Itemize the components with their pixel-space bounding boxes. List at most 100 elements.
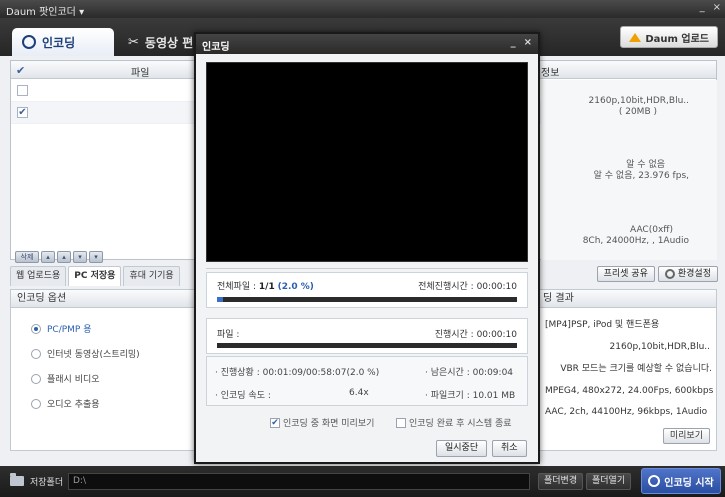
daum-upload-button[interactable]: Daum 업로드 — [620, 26, 718, 48]
info-line: 8Ch, 24000Hz, , 1Audio — [582, 236, 689, 246]
folder-icon — [10, 473, 24, 486]
dialog-minimize-button[interactable]: _ — [511, 37, 516, 48]
pause-button[interactable]: 일시중단 — [436, 440, 488, 457]
option-label: 플래시 비디오 — [47, 375, 100, 385]
progress-status: · 진행상황 : 00:01:09/00:58:07(2.0 %) — [215, 368, 380, 378]
tab-encode-label: 인코딩 — [42, 35, 76, 50]
file-size: · 파일크기 : 10.01 MB — [425, 391, 516, 401]
result-line: VBR 모드는 크기를 예상할 수 없습니다. — [560, 364, 712, 374]
file-time: 진행시간 : 00:00:10 — [435, 327, 517, 340]
result-line: MPEG4, 480x272, 24.00Fps, 600kbps — [545, 386, 714, 396]
remaining-time: · 남은시간 : 00:09:04 — [425, 368, 514, 378]
start-encoding-label: 인코딩 시작 — [664, 477, 714, 489]
move-down-button[interactable]: ▾ — [73, 251, 87, 263]
change-folder-button[interactable]: 폴더변경 — [538, 473, 584, 490]
total-progress-box: 전체파일 : 1/1 (2.0 %) 전체진행시간 : 00:00:10 — [206, 272, 528, 308]
file-progress-bar — [217, 343, 517, 348]
divider — [206, 268, 528, 269]
tab-encode[interactable]: 인코딩 — [12, 28, 114, 56]
encoding-dialog: 인코딩 _ × 전체파일 : 1/1 (2.0 %) 전체진행시간 : 00:0… — [194, 32, 540, 464]
settings-button[interactable]: 환경설정 — [657, 266, 718, 282]
preset-share-button[interactable]: 프리셋 공유 — [596, 266, 655, 282]
preset-actions: 프리셋 공유 환경설정 — [596, 266, 718, 282]
result-line: [MP4]PSP, iPod 및 핸드폰용 — [545, 320, 660, 330]
app-title[interactable]: Daum 팟인코더 ▾ — [6, 3, 84, 18]
move-up-button[interactable]: ▴ — [57, 251, 71, 263]
upload-arrow-icon — [629, 32, 642, 42]
option-label: 오디오 추출용 — [47, 400, 100, 410]
bottom-bar: 저장폴더 D:\ 폴더변경 폴더열기 인코딩 시작 — [0, 466, 725, 497]
option-audio-extract[interactable]: 오디오 추출용 — [31, 397, 100, 410]
speed-value: 6.4x — [349, 388, 369, 398]
start-encoding-button[interactable]: 인코딩 시작 — [641, 468, 721, 494]
move-bottom-button[interactable]: ▾ — [89, 251, 103, 263]
tab-video-edit-label: 동영상 편 — [144, 35, 194, 50]
result-line: 2160p,10bit,HDR,Blu.. — [609, 342, 710, 352]
total-time-label: 전체진행시간 : — [418, 282, 474, 292]
save-folder-label: 저장폴더 — [30, 478, 64, 488]
radio[interactable] — [31, 373, 41, 384]
list-toolbar: 삭제 ▴ ▴ ▾ ▾ — [15, 251, 103, 263]
shutdown-checkbox[interactable] — [396, 417, 406, 428]
column-info[interactable]: 정보 — [541, 64, 559, 79]
preview-button[interactable]: 미리보기 — [662, 428, 710, 444]
file-info-panel: 2160p,10bit,HDR,Blu.. ( 20MB ) 알 수 없음 알 … — [541, 80, 717, 260]
options-title: 인코딩 옵션 — [11, 290, 197, 308]
result-line: AAC, 2ch, 44100Hz, 96kbps, 1Audio — [545, 407, 708, 417]
dialog-window-controls: _ × — [511, 37, 532, 48]
option-label: 인터넷 동영상(스트리밍) — [47, 350, 140, 360]
preview-check-label: 인코딩 중 화면 미리보기 — [283, 419, 375, 429]
total-progress-fill — [217, 297, 223, 302]
row-checkbox[interactable] — [17, 85, 28, 96]
radio-selected[interactable] — [31, 323, 41, 334]
minimize-button[interactable]: _ — [700, 2, 705, 13]
result-title: 딩 결과 — [539, 290, 716, 308]
total-time: 전체진행시간 : 00:00:10 — [418, 279, 517, 292]
encode-icon — [22, 35, 36, 49]
total-files-label: 전체파일 : — [217, 282, 257, 292]
option-pc-pmp[interactable]: PC/PMP 용 — [31, 322, 92, 335]
select-all-checkbox[interactable]: ✔ — [16, 64, 25, 77]
shutdown-after-option[interactable]: 인코딩 완료 후 시스템 종료 — [396, 416, 512, 429]
cancel-button[interactable]: 취소 — [492, 440, 527, 457]
encoding-result-panel: 딩 결과 [MP4]PSP, iPod 및 핸드폰용 2160p,10bit,H… — [538, 289, 717, 451]
total-percent: (2.0 %) — [277, 282, 314, 292]
tab-web-upload[interactable]: 웹 업로드용 — [10, 266, 67, 286]
dialog-title: 인코딩 — [202, 42, 230, 53]
preset-share-label: 프리셋 공유 — [603, 269, 648, 279]
option-streaming[interactable]: 인터넷 동영상(스트리밍) — [31, 347, 140, 360]
file-time-label: 진행시간 : — [434, 330, 474, 340]
total-time-value: 00:00:10 — [476, 282, 517, 292]
gear-icon — [664, 269, 675, 279]
tab-pc-save[interactable]: PC 저장용 — [68, 266, 122, 286]
column-file[interactable]: 파일 — [131, 64, 149, 79]
encoding-stats: · 진행상황 : 00:01:09/00:58:07(2.0 %) · 남은시간… — [206, 356, 528, 406]
move-top-button[interactable]: ▴ — [41, 251, 55, 263]
tab-mobile[interactable]: 휴대 기기용 — [123, 266, 180, 286]
preview-during-encoding-option[interactable]: ✔ 인코딩 중 화면 미리보기 — [270, 416, 374, 429]
delete-button[interactable]: 삭제 — [15, 251, 39, 263]
row-checkbox[interactable]: ✔ — [17, 107, 28, 118]
info-line: 알 수 없음 — [626, 160, 665, 170]
info-line: 알 수 없음, 23.976 fps, — [593, 171, 689, 181]
speed-label: · 인코딩 속도 : — [215, 391, 271, 401]
scissors-icon: ✂ — [128, 34, 139, 50]
info-line: ( 20MB ) — [618, 107, 657, 117]
option-flash[interactable]: 플래시 비디오 — [31, 372, 100, 385]
file-label: 파일 : — [217, 330, 240, 340]
window-controls: _ × — [700, 2, 721, 13]
preview-checkbox[interactable]: ✔ — [270, 417, 280, 428]
preset-tabs: 웹 업로드용 PC 저장용 휴대 기기용 — [10, 266, 180, 286]
radio[interactable] — [31, 348, 41, 359]
option-label: PC/PMP 용 — [47, 325, 92, 335]
radio[interactable] — [31, 398, 41, 409]
dialog-close-button[interactable]: × — [524, 37, 532, 48]
save-path-field[interactable]: D:\ — [68, 473, 530, 490]
dialog-titlebar: 인코딩 _ × — [196, 34, 538, 54]
total-progress-bar — [217, 297, 517, 302]
total-files: 전체파일 : 1/1 (2.0 %) — [217, 279, 314, 292]
open-folder-button[interactable]: 폴더열기 — [586, 473, 632, 490]
close-button[interactable]: × — [713, 2, 721, 13]
encode-icon — [648, 475, 661, 487]
file-progress-box: 파일 : 진행시간 : 00:00:10 — [206, 318, 528, 354]
